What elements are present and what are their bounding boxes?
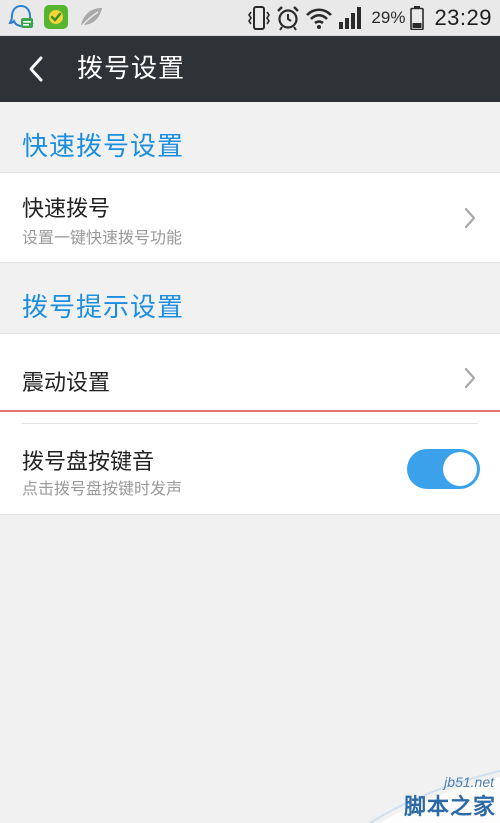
quick-dial-row[interactable]: 快速拨号 设置一键快速拨号功能	[0, 173, 500, 262]
clock: 23:29	[434, 5, 492, 30]
divider	[22, 423, 478, 424]
chevron-left-icon	[29, 56, 43, 82]
row-subtitle: 点击拨号盘按键时发声	[22, 479, 183, 498]
battery-icon	[410, 6, 425, 30]
vibration-settings-row[interactable]: 震动设置	[0, 334, 500, 410]
row-subtitle: 设置一键快速拨号功能	[22, 228, 183, 247]
keypad-tone-row[interactable]: 拨号盘按键音 点击拨号盘按键时发声	[0, 412, 500, 514]
watermark-name: 脚本之家	[403, 795, 496, 820]
section-header-quick-dial: 快速拨号设置	[0, 102, 500, 173]
qq-notification-icon	[8, 4, 34, 28]
section-header-label: 快速拨号设置	[22, 132, 185, 162]
section-header-label: 拨号提示设置	[22, 293, 185, 323]
back-button[interactable]	[14, 47, 58, 91]
row-title: 震动设置	[22, 371, 111, 396]
section-header-dial-prompt: 拨号提示设置	[0, 263, 500, 334]
page-title: 拨号设置	[77, 54, 186, 84]
alarm-icon	[277, 6, 300, 31]
row-title: 拨号盘按键音	[22, 450, 155, 475]
keypad-tone-toggle[interactable]	[407, 449, 480, 489]
notification-icons	[8, 4, 104, 30]
divider	[0, 514, 500, 515]
chevron-right-icon	[464, 367, 476, 389]
title-bar: 拨号设置	[0, 36, 500, 102]
battery-percent: 29%	[371, 8, 406, 27]
vibrate-icon	[248, 6, 271, 30]
watermark-site: jb51.net	[444, 774, 494, 790]
signal-icon	[339, 7, 362, 29]
system-status-icons: 29% 23:29	[247, 2, 492, 34]
watermark: jb51.net 脚本之家	[350, 767, 500, 823]
wandoujia-app-icon	[44, 5, 68, 29]
toggle-knob	[443, 452, 477, 486]
leaf-app-icon	[81, 8, 102, 27]
status-bar: 29% 23:29	[0, 0, 500, 36]
row-title: 快速拨号	[22, 197, 111, 222]
wifi-icon	[306, 8, 333, 29]
chevron-right-icon	[464, 207, 476, 229]
